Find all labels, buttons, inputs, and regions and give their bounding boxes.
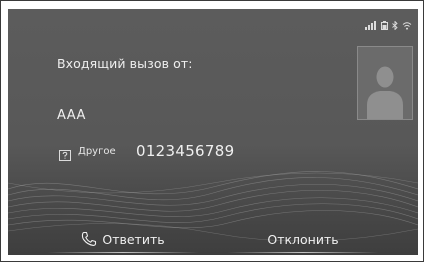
caller-name: AAA [57, 108, 86, 123]
answer-button[interactable]: Ответить [48, 225, 198, 253]
answer-button-underline [48, 252, 198, 253]
phone-type-label: Другое [78, 146, 116, 157]
signal-strength-icon [365, 15, 377, 34]
phone-type-other-icon [59, 146, 71, 161]
wifi-icon [402, 15, 412, 34]
incoming-call-screen: Входящий вызов от: AAA Другое 0123456789 [8, 9, 418, 255]
status-bar [365, 15, 412, 34]
bluetooth-icon [392, 15, 398, 34]
decline-button-underline [228, 252, 378, 253]
call-actions-bar: Ответить Отклонить [8, 219, 418, 255]
incoming-call-title: Входящий вызов от: [57, 56, 193, 71]
display-frame: Входящий вызов от: AAA Другое 0123456789 [0, 0, 424, 262]
decline-button-label: Отклонить [267, 231, 339, 247]
phone-number: 0123456789 [136, 142, 235, 160]
phone-handset-icon [81, 231, 97, 247]
contact-avatar [357, 46, 413, 120]
contact-silhouette-icon [358, 47, 412, 119]
battery-icon [381, 15, 388, 34]
decline-button[interactable]: Отклонить [228, 225, 378, 253]
answer-button-label: Ответить [102, 231, 165, 247]
